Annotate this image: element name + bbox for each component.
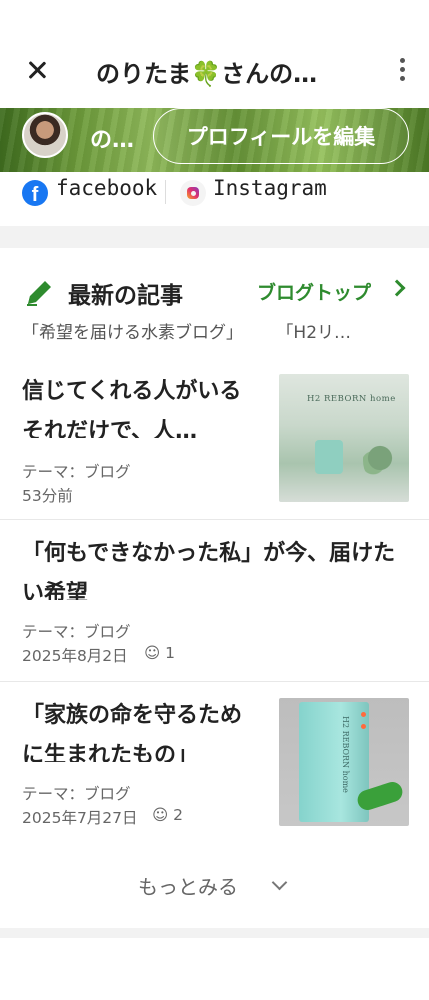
theme-tab[interactable]: 「希望を届ける水素ブログ」 (22, 323, 243, 343)
latest-articles-header: 最新の記事 ブログトップ 「希望を届ける水素ブログ」 「H2リ… (0, 248, 429, 358)
facebook-icon[interactable]: f (22, 180, 48, 206)
likes-count: 1 (165, 644, 175, 662)
article-theme: テーマ：ブログ (22, 785, 131, 803)
see-more-button[interactable]: もっとみる (0, 843, 429, 927)
article-title[interactable]: 信じてくれる人がいるそれだけで、人… (22, 372, 262, 438)
article-thumbnail[interactable]: H2 REBORN home (279, 374, 409, 502)
article-theme: テーマ：ブログ (22, 623, 131, 641)
article-theme: テーマ：ブログ (22, 463, 131, 481)
profile-name[interactable]: の… (90, 122, 134, 154)
section-gap (0, 928, 429, 938)
article-time: 2025年7月27日 (22, 809, 138, 827)
article-title[interactable]: 「家族の命を守るために生まれたもの」 (22, 696, 262, 762)
theme-tab[interactable]: 「H2リ… (276, 323, 351, 343)
article-thumbnail[interactable]: H2 REBORN home (279, 698, 409, 826)
section-gap (0, 226, 429, 248)
divider (165, 180, 166, 204)
avatar[interactable] (22, 112, 68, 158)
pencil-icon (27, 281, 51, 306)
instagram-icon[interactable] (180, 180, 206, 206)
blog-top-link[interactable]: ブログトップ (257, 278, 371, 305)
thumbnail-caption: H2 REBORN home (307, 394, 396, 404)
article-likes: ☺ 2 (152, 806, 183, 824)
see-more-label[interactable]: もっとみる (138, 871, 238, 900)
more-options-icon[interactable] (397, 58, 407, 84)
article-item[interactable]: 信じてくれる人がいるそれだけで、人… テーマ：ブログ 53分前 H2 REBOR… (0, 358, 429, 520)
edit-profile-button[interactable]: プロフィールを編集 (153, 108, 409, 164)
thumbnail-caption: H2 REBORN home (341, 716, 350, 793)
article-title[interactable]: 「何もできなかった私」が今、届けたい希望 (22, 534, 407, 600)
theme-tabs: 「希望を届ける水素ブログ」 「H2リ… (22, 318, 379, 343)
chevron-right-icon[interactable] (388, 279, 406, 297)
article-item[interactable]: 「家族の命を守るために生まれたもの」 テーマ：ブログ 2025年7月27日 ☺ … (0, 682, 429, 844)
page-title: のりたま🍀さんの… (96, 60, 318, 88)
top-bar: のりたま🍀さんの… (0, 32, 429, 108)
article-time: 53分前 (22, 487, 73, 505)
close-icon[interactable] (22, 56, 52, 86)
facebook-link[interactable]: facebook (56, 176, 157, 200)
chevron-down-icon[interactable] (271, 874, 288, 891)
profile-banner: の… プロフィールを編集 (0, 108, 429, 172)
section-title: 最新の記事 (68, 283, 183, 309)
article-item[interactable]: 「何もできなかった私」が今、届けたい希望 テーマ：ブログ 2025年8月2日 ☺… (0, 520, 429, 682)
social-links: f facebook Instagram (0, 172, 429, 218)
article-time: 2025年8月2日 (22, 647, 128, 665)
article-likes: ☺ 1 (144, 644, 175, 662)
likes-count: 2 (173, 806, 183, 824)
instagram-link[interactable]: Instagram (213, 176, 327, 200)
